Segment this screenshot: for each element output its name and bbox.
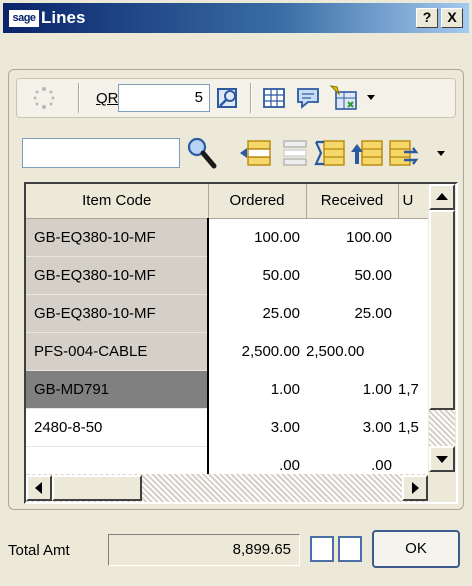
received-cell[interactable]: 2,500.00 (306, 332, 398, 371)
window-title: Lines (41, 8, 86, 27)
search-icon[interactable] (186, 136, 218, 170)
received-cell[interactable]: 25.00 (306, 294, 398, 333)
grid-icon[interactable] (262, 87, 286, 109)
renumber-icon[interactable] (388, 138, 424, 168)
table-row[interactable]: GB-EQ380-10-MF 25.00 25.00 (26, 294, 428, 333)
item-code-cell[interactable]: GB-EQ380-10-MF (26, 256, 209, 295)
search-input[interactable] (22, 138, 180, 168)
horizontal-scrollbar[interactable] (26, 474, 428, 502)
ok-button[interactable]: OK (372, 530, 460, 568)
vertical-scrollbar[interactable] (428, 184, 456, 478)
arrow-up-icon (436, 193, 448, 200)
qr-label: QR (96, 90, 119, 107)
total-amount-value: 8,899.65 (108, 534, 300, 566)
received-cell[interactable]: 100.00 (306, 218, 398, 257)
table-row[interactable]: GB-EQ380-10-MF 50.00 50.00 (26, 256, 428, 295)
received-cell[interactable]: 50.00 (306, 256, 398, 295)
table-row[interactable]: PFS-004-CABLE 2,500.00 2,500.00 (26, 332, 428, 371)
move-up-icon[interactable] (350, 138, 384, 168)
insert-line-icon[interactable] (238, 138, 272, 168)
item-code-cell[interactable]: GB-EQ380-10-MF (26, 218, 209, 257)
vertical-scroll-thumb[interactable] (429, 210, 455, 410)
table-row[interactable]: 2480-8-50 3.00 3.00 1,5 (26, 408, 428, 447)
column-header-ordered[interactable]: Ordered (208, 184, 307, 219)
comment-icon[interactable] (296, 86, 322, 110)
arrow-left-icon (35, 482, 42, 494)
item-code-cell[interactable]: 2480-8-50 (26, 408, 209, 447)
ordered-cell[interactable]: 50.00 (208, 256, 306, 295)
column-header-item-code[interactable]: Item Code (26, 184, 209, 219)
lines-window: sage Lines ? X QR 5 Item Code Ordered Re… (0, 0, 472, 586)
arrow-down-icon (436, 456, 448, 463)
spinner-icon[interactable] (30, 84, 58, 112)
unit-cell[interactable] (398, 256, 428, 295)
footer-toggle-button-1[interactable] (310, 536, 334, 562)
column-header-received[interactable]: Received (306, 184, 399, 219)
close-button[interactable]: X (441, 8, 463, 28)
vertical-scroll-track[interactable] (429, 410, 455, 446)
scroll-down-button[interactable] (429, 446, 455, 472)
unit-cell[interactable] (398, 294, 428, 333)
qr-quantity-input[interactable]: 5 (118, 84, 210, 112)
item-code-cell[interactable]: PFS-004-CABLE (26, 332, 209, 371)
scroll-right-button[interactable] (402, 475, 428, 501)
dropdown-arrow-icon[interactable] (366, 94, 376, 102)
table-row[interactable]: GB-EQ380-10-MF 100.00 100.00 (26, 218, 428, 257)
total-line-icon[interactable] (314, 138, 346, 168)
column-header-unit[interactable]: U (398, 184, 429, 219)
scrollbar-corner (428, 474, 456, 502)
zoom-lookup-icon[interactable] (216, 86, 242, 110)
unit-cell[interactable]: 1,7 (398, 370, 428, 409)
scroll-up-button[interactable] (429, 184, 455, 210)
arrow-right-icon (412, 482, 419, 494)
table-row-selected[interactable]: GB-MD791 1.00 1.00 1,7 (26, 370, 428, 409)
footer-toggle-button-2[interactable] (338, 536, 362, 562)
help-button[interactable]: ? (416, 8, 438, 28)
lines-grid[interactable]: Item Code Ordered Received U GB-EQ380-10… (24, 182, 458, 504)
horizontal-scroll-thumb[interactable] (52, 475, 142, 501)
item-code-cell[interactable]: GB-MD791 (26, 370, 209, 409)
unit-cell[interactable] (398, 218, 428, 257)
sage-logo: sage (9, 10, 39, 27)
received-cell[interactable]: 1.00 (306, 370, 398, 409)
ordered-cell[interactable]: 3.00 (208, 408, 306, 447)
unit-cell[interactable] (398, 332, 428, 371)
total-amount-label: Total Amt (8, 542, 70, 559)
unit-cell[interactable]: 1,5 (398, 408, 428, 447)
ordered-cell[interactable]: 100.00 (208, 218, 306, 257)
received-cell[interactable]: 3.00 (306, 408, 398, 447)
overflow-arrow-icon[interactable] (436, 150, 446, 158)
scroll-left-button[interactable] (26, 475, 52, 501)
item-code-cell[interactable]: GB-EQ380-10-MF (26, 294, 209, 333)
ordered-cell[interactable]: 25.00 (208, 294, 306, 333)
import-icon[interactable] (328, 84, 360, 112)
ordered-cell[interactable]: 2,500.00 (208, 332, 306, 371)
title-bar[interactable]: sage Lines ? X (3, 3, 469, 33)
toolbar-separator (250, 83, 252, 113)
ordered-cell[interactable]: 1.00 (208, 370, 306, 409)
toolbar-separator (78, 83, 80, 113)
delete-line-icon[interactable] (280, 138, 310, 168)
